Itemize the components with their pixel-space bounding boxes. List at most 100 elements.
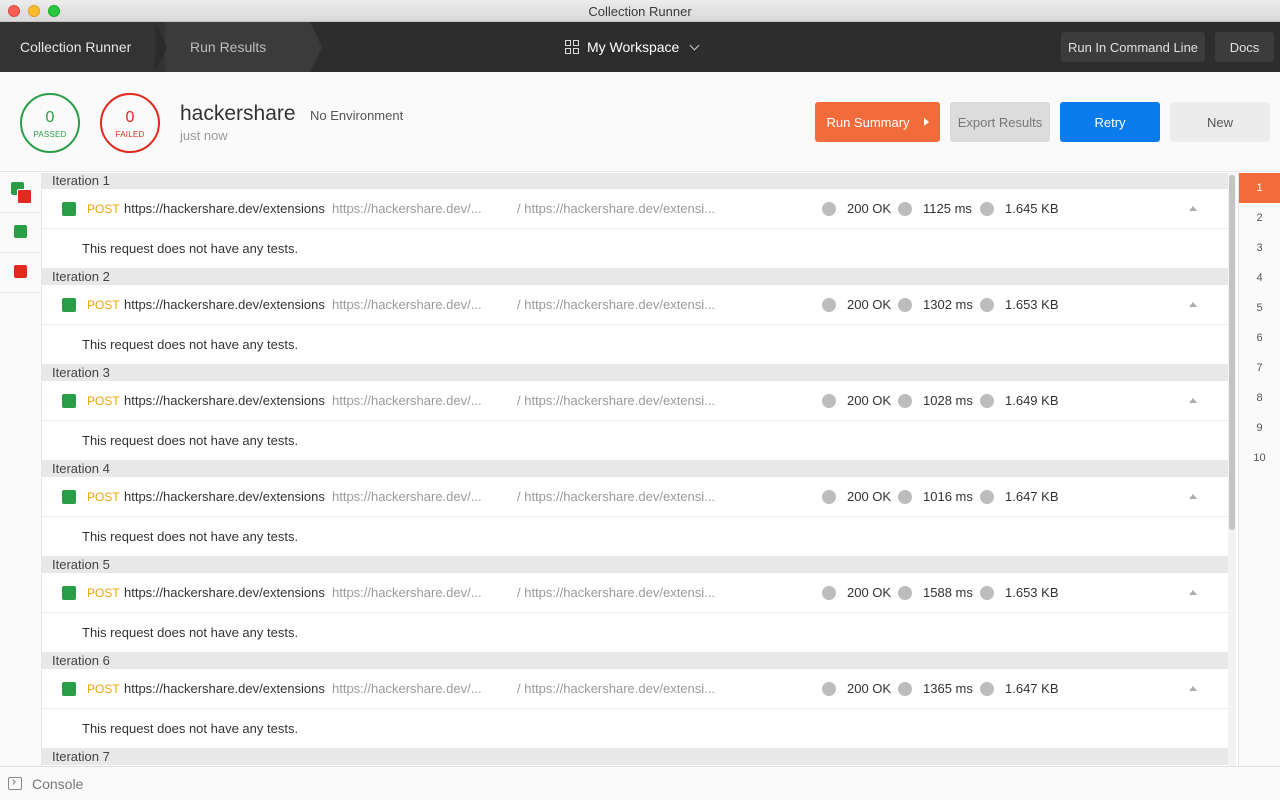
status-square-icon xyxy=(17,189,32,204)
iteration-header: Iteration 2 xyxy=(42,269,1228,285)
iteration-block: Iteration 4 POST https://hackershare.dev… xyxy=(42,461,1228,557)
response-time: 1365 ms xyxy=(923,681,973,696)
iteration-rail-item[interactable]: 3 xyxy=(1239,233,1280,263)
request-name: https://hackershare.dev/extensions xyxy=(124,585,325,600)
response-code: 200 OK xyxy=(847,201,892,216)
iteration-rail-item[interactable]: 5 xyxy=(1239,293,1280,323)
response-time: 1302 ms xyxy=(923,297,973,312)
status-dot-icon xyxy=(898,202,912,216)
chevron-down-icon xyxy=(689,40,700,50)
request-path: / https://hackershare.dev/extensi... xyxy=(517,393,715,408)
iteration-rail-item[interactable]: 1 xyxy=(1239,173,1280,203)
request-name: https://hackershare.dev/extensions xyxy=(124,297,325,312)
filter-all[interactable] xyxy=(0,173,41,213)
iteration-rail-item[interactable]: 10 xyxy=(1239,443,1280,473)
request-method: POST xyxy=(87,298,120,312)
request-row[interactable]: POST https://hackershare.dev/extensions … xyxy=(42,189,1228,229)
collapse-caret-icon[interactable] xyxy=(1189,494,1197,499)
run-summary-label: Run Summary xyxy=(826,114,910,130)
request-url: https://hackershare.dev/... xyxy=(332,393,482,408)
request-url: https://hackershare.dev/... xyxy=(332,585,482,600)
iteration-rail-item[interactable]: 2 xyxy=(1239,203,1280,233)
filter-failed[interactable] xyxy=(0,253,41,293)
failed-counter[interactable]: 0 FAILED xyxy=(100,93,160,153)
console-icon[interactable] xyxy=(8,777,22,790)
collapse-caret-icon[interactable] xyxy=(1189,398,1197,403)
request-row[interactable]: POST https://hackershare.dev/extensions … xyxy=(42,477,1228,517)
collapse-caret-icon[interactable] xyxy=(1189,302,1197,307)
status-dot-icon xyxy=(822,682,836,696)
request-path: / https://hackershare.dev/extensi... xyxy=(517,489,715,504)
iteration-header: Iteration 1 xyxy=(42,173,1228,189)
docs-button[interactable]: Docs xyxy=(1215,32,1274,62)
status-dot-icon xyxy=(980,202,994,216)
response-code: 200 OK xyxy=(847,585,892,600)
collapse-caret-icon[interactable] xyxy=(1189,590,1197,595)
iteration-rail-item[interactable]: 8 xyxy=(1239,383,1280,413)
request-row[interactable]: POST https://hackershare.dev/extensions … xyxy=(42,573,1228,613)
play-triangle-icon xyxy=(923,118,929,126)
run-time-label: just now xyxy=(180,128,228,143)
breadcrumb-label: Collection Runner xyxy=(20,39,132,55)
iteration-block: Iteration 2 POST https://hackershare.dev… xyxy=(42,269,1228,365)
response-size: 1.647 KB xyxy=(1005,489,1059,504)
tests-message: This request does not have any tests. xyxy=(42,613,1228,653)
response-time: 1125 ms xyxy=(923,201,972,216)
status-dot-icon xyxy=(898,490,912,504)
response-size: 1.653 KB xyxy=(1005,297,1059,312)
iteration-block: Iteration 6 POST https://hackershare.dev… xyxy=(42,653,1228,749)
status-dot-icon xyxy=(980,394,994,408)
results-scrollbar-thumb[interactable] xyxy=(1229,175,1235,530)
new-button[interactable]: New xyxy=(1170,102,1270,142)
request-row[interactable]: POST https://hackershare.dev/extensions … xyxy=(42,381,1228,421)
request-method: POST xyxy=(87,394,120,408)
iteration-rail-item[interactable]: 7 xyxy=(1239,353,1280,383)
failed-label: FAILED xyxy=(115,130,145,139)
status-dot-icon xyxy=(898,682,912,696)
status-dot-icon xyxy=(980,298,994,312)
status-square-icon xyxy=(62,394,76,408)
request-url: https://hackershare.dev/... xyxy=(332,297,482,312)
request-row[interactable]: POST https://hackershare.dev/extensions … xyxy=(42,669,1228,709)
iteration-rail-item[interactable]: 6 xyxy=(1239,323,1280,353)
tests-message: This request does not have any tests. xyxy=(42,325,1228,365)
run-in-command-line-button[interactable]: Run In Command Line xyxy=(1061,32,1205,62)
export-results-button[interactable]: Export Results xyxy=(950,102,1050,142)
console-button[interactable]: Console xyxy=(32,776,83,792)
collapse-caret-icon[interactable] xyxy=(1189,686,1197,691)
workspace-name: My Workspace xyxy=(587,39,680,55)
failed-count: 0 xyxy=(125,109,135,126)
request-method: POST xyxy=(87,586,120,600)
response-size: 1.647 KB xyxy=(1005,681,1059,696)
run-summary-bar: 0 PASSED 0 FAILED hackershare No Environ… xyxy=(0,72,1280,172)
status-dot-icon xyxy=(822,202,836,216)
response-code: 200 OK xyxy=(847,297,892,312)
status-footer: Console xyxy=(0,766,1280,800)
results-list: Iteration 1 POST https://hackershare.dev… xyxy=(42,173,1228,766)
status-square-icon xyxy=(62,490,76,504)
filter-passed[interactable] xyxy=(0,213,41,253)
run-summary-button[interactable]: Run Summary xyxy=(815,102,940,142)
breadcrumb-collection-runner[interactable]: Collection Runner xyxy=(0,22,165,72)
status-dot-icon xyxy=(898,586,912,600)
iteration-rail-item[interactable]: 9 xyxy=(1239,413,1280,443)
app-header: Run Results Collection Runner My Workspa… xyxy=(0,22,1280,72)
collapse-caret-icon[interactable] xyxy=(1189,206,1197,211)
response-code: 200 OK xyxy=(847,489,892,504)
passed-label: PASSED xyxy=(33,130,67,139)
request-row[interactable]: POST https://hackershare.dev/extensions … xyxy=(42,285,1228,325)
request-method: POST xyxy=(87,490,120,504)
request-method: POST xyxy=(87,202,120,216)
response-time: 1016 ms xyxy=(923,489,973,504)
passed-counter[interactable]: 0 PASSED xyxy=(20,93,80,153)
request-url: https://hackershare.dev/... xyxy=(332,201,482,216)
retry-button[interactable]: Retry xyxy=(1060,102,1160,142)
response-time: 1028 ms xyxy=(923,393,973,408)
workspace-switcher[interactable]: My Workspace xyxy=(565,37,700,57)
status-dot-icon xyxy=(822,394,836,408)
response-size: 1.645 KB xyxy=(1005,201,1059,216)
breadcrumb-run-results[interactable]: Run Results xyxy=(165,22,310,72)
breadcrumb-separator xyxy=(155,22,167,72)
status-dot-icon xyxy=(980,682,994,696)
iteration-rail-item[interactable]: 4 xyxy=(1239,263,1280,293)
